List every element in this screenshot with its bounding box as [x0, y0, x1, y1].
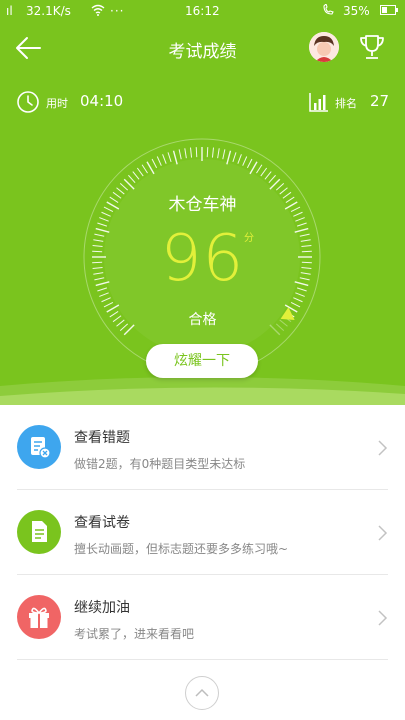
chevron-right-icon	[376, 609, 388, 627]
gauge-tick	[256, 164, 263, 174]
item-subtitle: 考试累了，进来看看吧	[74, 627, 195, 641]
gauge-tick	[242, 156, 248, 166]
gauge-tick	[167, 152, 172, 163]
gauge-tick	[226, 150, 232, 165]
time-label: 用时	[46, 97, 68, 110]
item-title: 继续加油	[74, 600, 130, 616]
battery-level: 35%	[343, 4, 370, 18]
score-hero: ıl 32.1K/s ··· 16:12 35% 考试成绩 用时 04:10 排…	[0, 0, 405, 405]
chevron-right-icon	[376, 524, 388, 542]
score-unit: 分	[244, 233, 254, 244]
gift-icon	[17, 595, 61, 639]
gauge-tick	[146, 161, 155, 175]
top-bar: 考试成绩	[0, 28, 405, 68]
gauge-tick	[217, 148, 220, 159]
wifi-icon	[91, 4, 105, 19]
paper-icon	[17, 510, 61, 554]
gauge-tick	[232, 152, 237, 163]
gauge-tick	[249, 161, 258, 175]
view-paper-item[interactable]: 查看试卷 擅长动画题，但标志题还要多多练习哦~	[17, 490, 388, 575]
score-value: 96	[160, 222, 245, 296]
gauge-tick	[195, 147, 198, 158]
gauge-tick	[246, 158, 253, 169]
nickname: 木仓车神	[168, 195, 237, 215]
gauge-tick	[162, 154, 167, 164]
stats-row: 用时 04:10 排名 27	[0, 88, 405, 116]
rank-value: 27	[370, 92, 390, 110]
gauge-tick	[178, 149, 182, 160]
gauge-tick	[156, 156, 162, 166]
battery-icon	[380, 4, 398, 18]
keep-going-item[interactable]: 继续加油 考试累了，进来看看吧	[17, 575, 388, 660]
gauge-tick	[190, 147, 193, 158]
more-icon: ···	[110, 4, 125, 18]
view-mistakes-item[interactable]: 查看错题 做错2题，有0种题目类型未达标	[17, 405, 388, 490]
gauge-tick	[293, 297, 303, 303]
gauge-tick	[184, 148, 187, 159]
network-speed: 32.1K/s	[26, 4, 71, 18]
share-button[interactable]: 炫耀一下	[146, 344, 258, 378]
gauge-tick	[132, 171, 140, 180]
gauge-tick	[290, 301, 301, 308]
item-title: 查看错题	[74, 430, 130, 446]
chevron-up-icon	[195, 688, 209, 697]
gauge-tick	[264, 171, 272, 180]
mistakes-icon	[17, 425, 61, 469]
action-list: 查看错题 做错2题，有0种题目类型未达标 查看试卷 擅长动画题，但标志题还要多多…	[0, 405, 405, 660]
scroll-up-button[interactable]	[185, 676, 219, 710]
item-subtitle: 擅长动画题，但标志题还要多多练习哦~	[74, 542, 289, 556]
gauge-tick	[172, 150, 178, 165]
gauge-tick	[101, 297, 111, 303]
gauge-tick	[128, 174, 136, 184]
clock: 16:12	[185, 4, 220, 18]
item-title: 查看试卷	[74, 515, 130, 531]
page-title: 考试成绩	[168, 42, 237, 62]
gauge-tick	[206, 147, 209, 158]
status-bar: ıl 32.1K/s ··· 16:12 35%	[0, 0, 405, 22]
gauge-tick	[151, 158, 158, 169]
gauge-tick	[141, 164, 148, 174]
gauge-tick	[237, 154, 242, 164]
pass-verdict: 合格	[188, 312, 217, 328]
gauge-tick	[222, 149, 226, 160]
signal-icon: ıl	[6, 4, 13, 18]
gauge-tick	[295, 217, 305, 222]
rank-label: 排名	[335, 97, 357, 110]
clock-icon	[16, 90, 40, 114]
time-value: 04:10	[80, 92, 124, 110]
gauge-tick	[260, 167, 268, 177]
item-subtitle: 做错2题，有0种题目类型未达标	[74, 457, 246, 471]
bar-chart-icon	[308, 91, 330, 113]
gauge-tick	[136, 167, 144, 177]
gauge-tick	[211, 147, 214, 158]
avatar[interactable]	[309, 32, 339, 62]
trophy-icon[interactable]	[357, 32, 387, 62]
chevron-right-icon	[376, 439, 388, 457]
gauge-tick	[268, 174, 276, 184]
gauge-tick	[99, 217, 109, 222]
phone-icon	[322, 2, 336, 19]
gauge-tick	[103, 301, 114, 308]
